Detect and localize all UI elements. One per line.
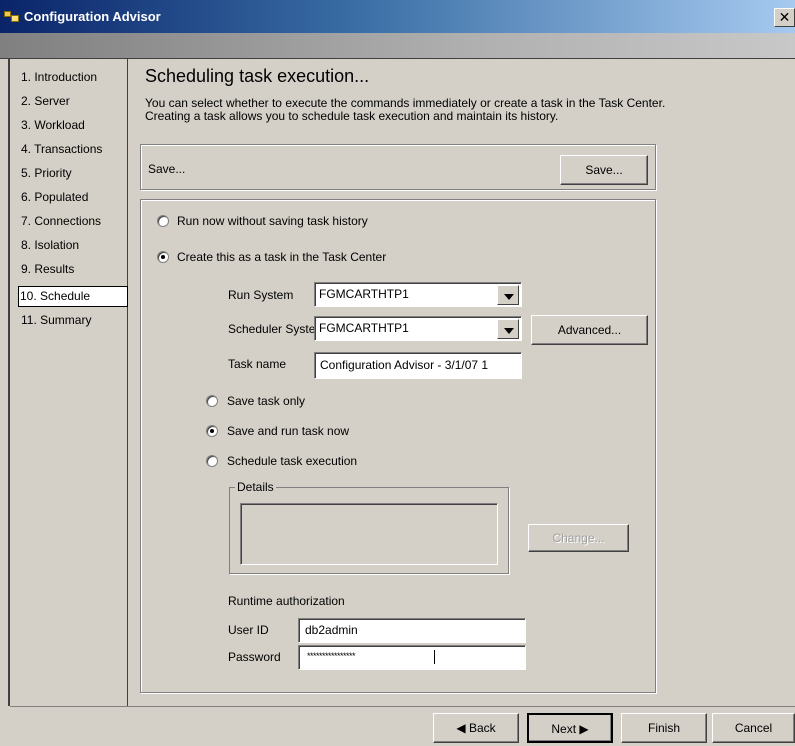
- task-name-input[interactable]: Configuration Advisor - 3/1/07 1: [314, 352, 522, 379]
- details-display: [240, 503, 498, 565]
- sidebar: 1. Introduction 2. Server 3. Workload 4.…: [10, 59, 128, 706]
- run-system-select[interactable]: FGMCARTHTP1: [314, 282, 522, 307]
- sidebar-item-introduction[interactable]: 1. Introduction: [20, 67, 126, 88]
- close-button[interactable]: ✕: [774, 8, 795, 27]
- user-id-label: User ID: [228, 623, 269, 637]
- sidebar-item-priority[interactable]: 5. Priority: [20, 163, 126, 184]
- scheduler-system-dropdown-icon[interactable]: [497, 319, 519, 339]
- save-button[interactable]: Save...: [560, 155, 648, 185]
- save-task-only-label: Save task only: [227, 394, 306, 408]
- header-banner: [0, 33, 795, 59]
- back-button[interactable]: ◀ Back: [433, 713, 519, 743]
- schedule-task-radio[interactable]: [206, 455, 218, 467]
- create-task-radio[interactable]: [157, 251, 169, 263]
- sidebar-item-summary[interactable]: 11. Summary: [20, 310, 126, 331]
- sidebar-item-server[interactable]: 2. Server: [20, 91, 126, 112]
- sidebar-item-workload[interactable]: 3. Workload: [20, 115, 126, 136]
- scheduler-system-label: Scheduler System: [228, 322, 326, 336]
- save-panel-label: Save...: [148, 162, 186, 176]
- user-id-input[interactable]: db2admin: [298, 618, 526, 643]
- finish-button[interactable]: Finish: [621, 713, 707, 743]
- task-name-label: Task name: [228, 357, 287, 371]
- advanced-button[interactable]: Advanced...: [531, 315, 648, 345]
- description-line-2: Creating a task allows you to schedule t…: [145, 109, 559, 123]
- scheduler-system-select[interactable]: FGMCARTHTP1: [314, 316, 522, 341]
- sidebar-item-connections[interactable]: 7. Connections: [20, 211, 126, 232]
- sidebar-item-transactions[interactable]: 4. Transactions: [20, 139, 126, 160]
- run-system-dropdown-icon[interactable]: [497, 285, 519, 305]
- save-task-only-radio[interactable]: [206, 395, 218, 407]
- cancel-button[interactable]: Cancel: [712, 713, 795, 743]
- save-and-run-radio[interactable]: [206, 425, 218, 437]
- window-title: Configuration Advisor: [24, 9, 161, 24]
- close-icon: ✕: [778, 9, 791, 25]
- password-input[interactable]: ****************: [298, 645, 526, 670]
- next-button[interactable]: Next ▶: [527, 713, 613, 743]
- run-now-label: Run now without saving task history: [177, 214, 368, 228]
- page-description: You can select whether to execute the co…: [145, 97, 765, 123]
- create-task-label: Create this as a task in the Task Center: [177, 250, 387, 264]
- run-now-radio[interactable]: [157, 215, 169, 227]
- sidebar-item-results[interactable]: 9. Results: [20, 259, 126, 280]
- password-label: Password: [228, 650, 281, 664]
- sidebar-item-isolation[interactable]: 8. Isolation: [20, 235, 126, 256]
- text-caret: [434, 650, 435, 664]
- save-and-run-label: Save and run task now: [227, 424, 350, 438]
- app-icon: [4, 9, 20, 23]
- sidebar-item-populated[interactable]: 6. Populated: [20, 187, 126, 208]
- run-system-label: Run System: [228, 288, 294, 302]
- page-title: Scheduling task execution...: [145, 66, 370, 86]
- details-group-label: Details: [235, 480, 276, 494]
- window-title-bar: Configuration Advisor ✕: [0, 0, 795, 33]
- schedule-task-label: Schedule task execution: [227, 454, 358, 468]
- runtime-authorization-label: Runtime authorization: [228, 594, 345, 608]
- change-button[interactable]: Change...: [528, 524, 629, 552]
- footer-divider: [10, 706, 795, 707]
- sidebar-item-schedule[interactable]: 10. Schedule: [18, 286, 128, 307]
